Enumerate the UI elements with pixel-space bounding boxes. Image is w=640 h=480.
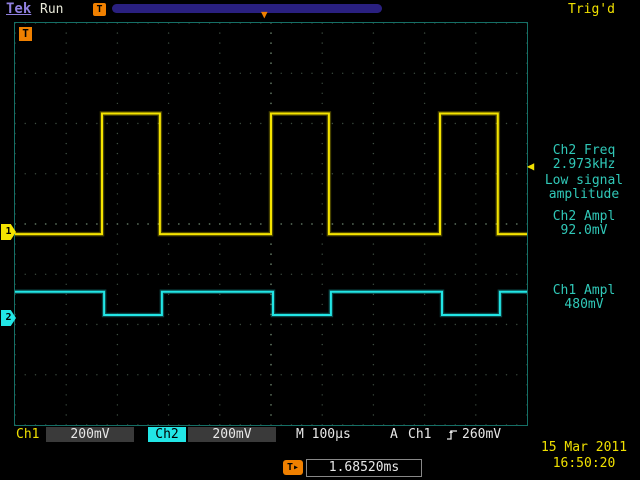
timebase-readout: M 100µs — [296, 427, 351, 442]
trigger-position-icon: ▼ — [261, 8, 268, 21]
ch1-ampl-value: 480mV — [528, 297, 640, 312]
brand-logo: Tek — [6, 1, 31, 17]
acquisition-status: Run — [40, 2, 63, 17]
horizontal-delay-readout: 1.68520ms — [306, 459, 422, 477]
ch1-ampl-label: Ch1 Ampl — [528, 283, 640, 298]
ch2-freq-label: Ch2 Freq — [528, 143, 640, 158]
ch2-ampl-label: Ch2 Ampl — [528, 209, 640, 224]
ch2-ampl-value: 92.0mV — [528, 223, 640, 238]
date-readout: 15 Mar 2011 — [528, 440, 640, 455]
graticule — [14, 22, 528, 426]
time-readout: 16:50:20 — [528, 456, 640, 471]
ch1-scale: 200mV — [46, 427, 134, 442]
delay-badge-icon: T▸ — [283, 460, 303, 475]
trigger-level-readout: 260mV — [462, 427, 501, 442]
rising-slope-icon — [446, 429, 458, 445]
oscilloscope-screen: Tek Run T Trig'd ▼ T 1 2 ◀ Ch2 Freq 2.97… — [0, 0, 640, 480]
trigger-status: Trig'd — [568, 2, 615, 17]
trigger-source: Ch1 — [408, 427, 431, 442]
ch2-scale: 200mV — [188, 427, 276, 442]
trigger-marker: T — [19, 27, 32, 41]
trigger-mode: A — [390, 427, 398, 442]
warning-line2: amplitude — [528, 187, 640, 202]
ch1-label: Ch1 — [16, 427, 39, 442]
horizontal-position-bar — [112, 4, 382, 13]
warning-line1: Low signal — [528, 173, 640, 188]
ch2-label: Ch2 — [148, 427, 186, 442]
trigger-badge-icon: T — [93, 3, 106, 16]
ch2-freq-value: 2.973kHz — [528, 157, 640, 172]
waveform-plot — [15, 23, 527, 425]
